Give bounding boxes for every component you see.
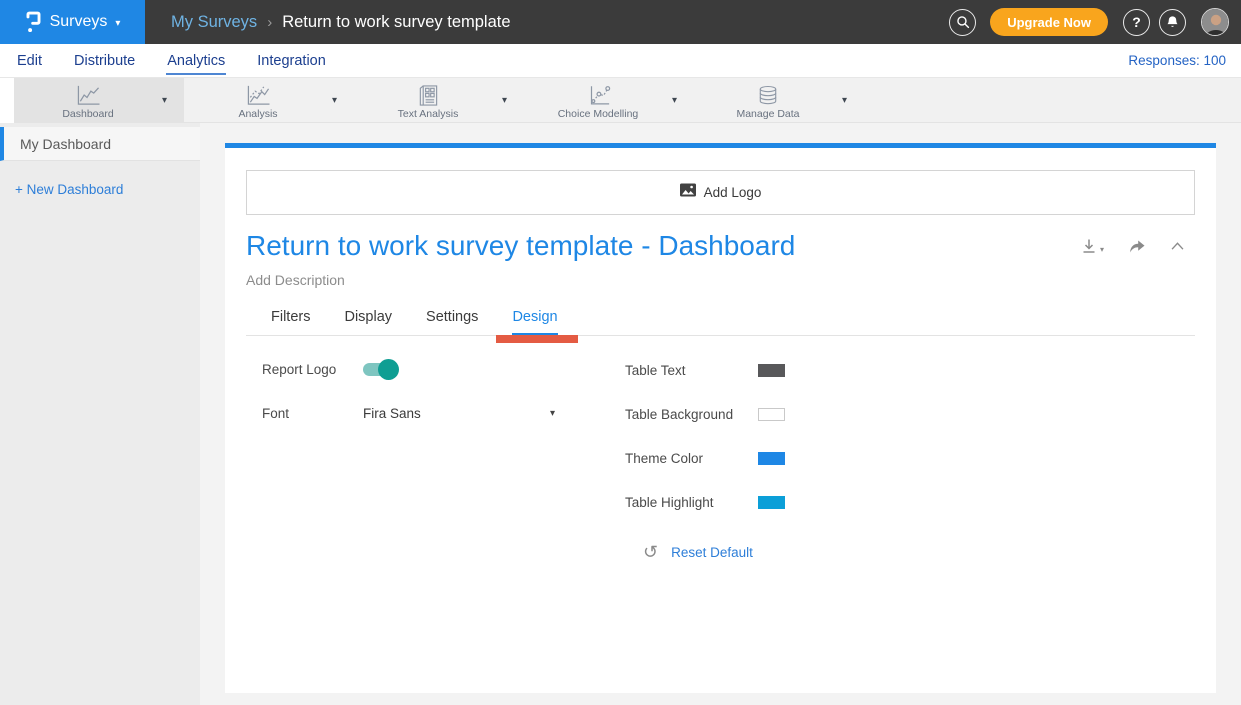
question-mark-icon: ? <box>1132 14 1141 30</box>
responses-count[interactable]: Responses: 100 <box>1128 53 1226 68</box>
toolbar-item-analysis[interactable]: Analysis ▾ <box>184 78 354 122</box>
table-highlight-swatch[interactable] <box>758 496 785 509</box>
download-button[interactable]: ▾ <box>1081 238 1104 254</box>
nav-tab-distribute[interactable]: Distribute <box>73 44 136 77</box>
dashboard-dropdown-caret[interactable]: ▾ <box>162 95 184 106</box>
new-dashboard-button[interactable]: + New Dashboard <box>15 182 200 197</box>
dashboard-sidebar: My Dashboard + New Dashboard <box>0 123 200 705</box>
choice-modelling-dropdown-caret[interactable]: ▾ <box>672 95 694 106</box>
app-window: Surveys ▾ My Surveys › Return to work su… <box>0 0 1241 705</box>
table-text-color-row[interactable]: Table Text <box>625 363 785 378</box>
avatar-photo <box>1202 9 1229 36</box>
database-icon <box>756 84 780 107</box>
toolbar-item-choice-modelling[interactable]: Choice Modelling ▾ <box>524 78 694 122</box>
font-dropdown-caret-icon: ▾ <box>550 408 555 419</box>
analytics-toolbar: Dashboard ▾ Analysis ▾ <box>14 78 1241 123</box>
chevron-up-icon <box>1170 241 1185 251</box>
nav-tab-analytics[interactable]: Analytics <box>166 44 226 77</box>
report-logo-row: Report Logo <box>262 362 555 377</box>
user-avatar[interactable] <box>1201 8 1229 36</box>
text-analysis-dropdown-caret[interactable]: ▾ <box>502 95 524 106</box>
table-background-swatch[interactable] <box>758 408 785 421</box>
topbar-actions: Upgrade Now ? <box>949 8 1229 36</box>
reset-default-button[interactable]: ↺ Reset Default <box>643 543 753 561</box>
report-logo-toggle[interactable] <box>363 363 395 376</box>
analysis-chart-icon <box>244 84 272 107</box>
table-text-swatch[interactable] <box>758 364 785 377</box>
toolbar-item-text-analysis[interactable]: Text Analysis ▾ <box>354 78 524 122</box>
nav-tab-integration[interactable]: Integration <box>256 44 327 77</box>
font-row: Font Fira Sans ▾ <box>262 406 555 421</box>
questionpro-logo-icon <box>25 10 42 34</box>
toolbar-item-manage-data[interactable]: Manage Data ▾ <box>694 78 864 122</box>
manage-data-dropdown-caret[interactable]: ▾ <box>842 95 864 106</box>
theme-color-row[interactable]: Theme Color <box>625 451 785 466</box>
analysis-dropdown-caret[interactable]: ▾ <box>332 95 354 106</box>
help-button[interactable]: ? <box>1123 9 1150 36</box>
theme-color-swatch[interactable] <box>758 452 785 465</box>
toggle-knob <box>378 359 399 380</box>
sidebar-item-my-dashboard[interactable]: My Dashboard <box>0 127 200 161</box>
design-color-column: Table Text Table Background Theme Color <box>625 363 785 539</box>
bell-icon <box>1166 15 1179 29</box>
survey-nav-tabs: Edit Distribute Analytics Integration <box>16 44 357 77</box>
tab-filters[interactable]: Filters <box>271 309 310 335</box>
upgrade-now-button[interactable]: Upgrade Now <box>990 8 1108 36</box>
notifications-button[interactable] <box>1159 9 1186 36</box>
product-caret-icon: ▾ <box>115 18 120 29</box>
tab-settings[interactable]: Settings <box>426 309 478 335</box>
dashboard-title[interactable]: Return to work survey template - Dashboa… <box>246 230 795 262</box>
add-logo-label: Add Logo <box>704 185 762 200</box>
main-content-area: Add Logo Return to work survey template … <box>200 123 1241 705</box>
download-icon <box>1081 238 1097 254</box>
collapse-button[interactable] <box>1170 241 1185 251</box>
survey-nav-bar: Edit Distribute Analytics Integration Re… <box>0 44 1241 78</box>
design-left-column: Report Logo Font Fira Sans ▾ <box>262 362 555 421</box>
dashboard-settings-tabs: Filters Display Settings Design <box>246 309 1195 336</box>
search-icon <box>956 15 970 29</box>
tab-design[interactable]: Design <box>512 309 557 336</box>
text-document-icon <box>416 84 440 107</box>
top-bar: Surveys ▾ My Surveys › Return to work su… <box>0 0 1241 44</box>
breadcrumb-current-survey: Return to work survey template <box>282 13 510 32</box>
toolbar-item-dashboard[interactable]: Dashboard ▾ <box>14 78 184 122</box>
table-background-color-row[interactable]: Table Background <box>625 407 785 422</box>
product-name: Surveys <box>50 13 108 31</box>
line-chart-icon <box>74 84 102 107</box>
breadcrumb-separator: › <box>267 14 272 31</box>
font-label: Font <box>262 406 363 421</box>
dashboard-card: Add Logo Return to work survey template … <box>225 143 1216 693</box>
add-description-field[interactable]: Add Description <box>246 272 1195 288</box>
report-logo-label: Report Logo <box>262 362 363 377</box>
image-icon <box>680 183 696 202</box>
breadcrumb-my-surveys[interactable]: My Surveys <box>171 13 257 32</box>
font-select[interactable]: Fira Sans ▾ <box>363 406 555 421</box>
add-logo-dropzone[interactable]: Add Logo <box>246 170 1195 215</box>
product-switcher[interactable]: Surveys ▾ <box>0 0 145 44</box>
tab-display[interactable]: Display <box>344 309 392 335</box>
table-highlight-color-row[interactable]: Table Highlight <box>625 495 785 510</box>
download-caret-icon: ▾ <box>1100 245 1104 254</box>
share-button[interactable] <box>1128 239 1146 254</box>
design-panel: Report Logo Font Fira Sans ▾ <box>246 336 1195 616</box>
font-selected-value: Fira Sans <box>363 406 421 421</box>
nav-tab-edit[interactable]: Edit <box>16 44 43 77</box>
search-button[interactable] <box>949 9 976 36</box>
share-icon <box>1128 239 1146 254</box>
breadcrumb: My Surveys › Return to work survey templ… <box>171 13 949 32</box>
dashboard-actions: ▾ <box>1081 238 1185 254</box>
scatter-chart-icon <box>585 84 611 107</box>
reset-icon: ↺ <box>643 543 658 561</box>
reset-default-label: Reset Default <box>671 545 753 560</box>
